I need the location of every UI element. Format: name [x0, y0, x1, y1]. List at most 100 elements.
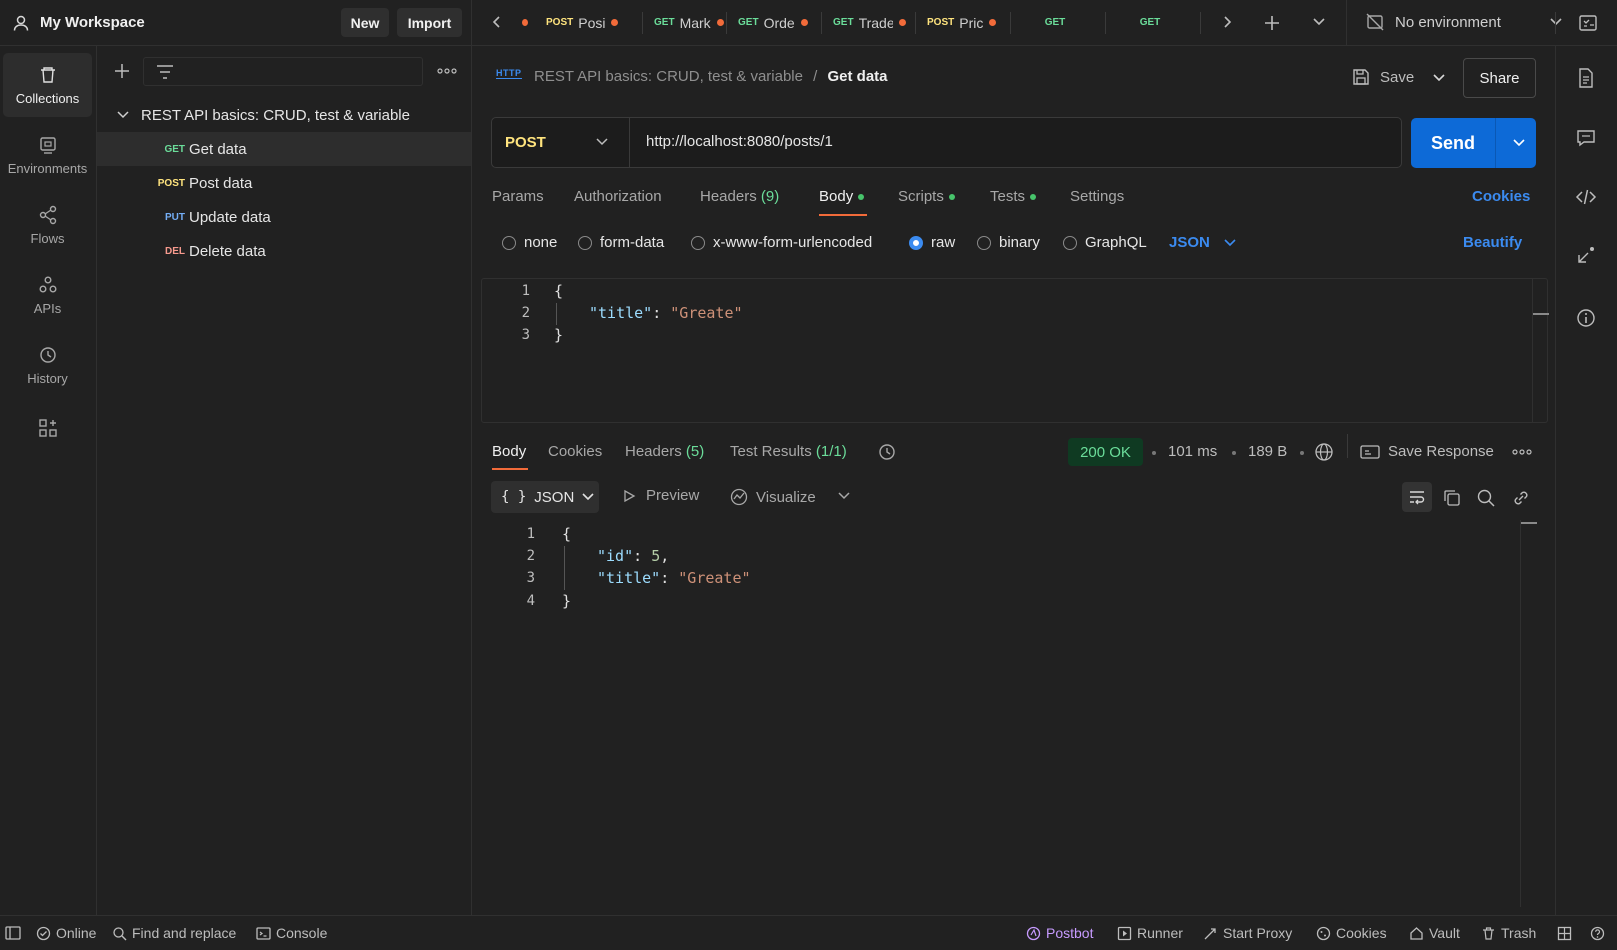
code-snippet-icon[interactable]	[1575, 188, 1597, 206]
nav-environments[interactable]: Environments	[3, 123, 92, 187]
body-format-select[interactable]: JSON	[1169, 234, 1236, 251]
tab-body[interactable]: Body	[819, 188, 865, 205]
environment-quick-look-icon[interactable]	[1577, 12, 1599, 34]
new-button[interactable]: New	[341, 8, 389, 37]
import-button[interactable]: Import	[397, 8, 462, 37]
filter-icon	[156, 64, 174, 80]
globe-network-icon[interactable]	[1314, 442, 1334, 462]
request-item-post-data[interactable]: POST Post data	[97, 166, 471, 200]
body-type-raw[interactable]: raw	[909, 234, 955, 251]
response-tab-body[interactable]: Body	[492, 443, 526, 460]
tab-params[interactable]: Params	[492, 188, 544, 205]
online-status[interactable]: Online	[36, 925, 96, 941]
help-icon[interactable]	[1590, 926, 1605, 941]
response-more-options-icon[interactable]	[1512, 449, 1532, 455]
send-options-chevron-down-icon[interactable]	[1513, 139, 1525, 147]
response-time[interactable]: 101 ms	[1168, 443, 1217, 460]
vault-button[interactable]: Vault	[1409, 925, 1460, 941]
nav-configure-workbench[interactable]	[3, 408, 92, 448]
request-tab[interactable]: GET Mark	[642, 0, 734, 45]
nav-history[interactable]: History	[3, 333, 92, 397]
request-tab[interactable]: GET	[1010, 0, 1105, 45]
tab-tests[interactable]: Tests	[990, 188, 1037, 205]
tabs-scroll-left-icon[interactable]	[492, 15, 502, 29]
request-body-editor[interactable]: 1 { 2 "title": "Greate" 3 }	[481, 278, 1549, 423]
nav-flows[interactable]: Flows	[3, 193, 92, 257]
postbot-button[interactable]: Postbot	[1026, 925, 1093, 941]
body-type-form-data[interactable]: form-data	[578, 234, 664, 251]
tab-scripts[interactable]: Scripts	[898, 188, 955, 205]
info-icon[interactable]	[1576, 308, 1596, 328]
visualize-chevron-down-icon[interactable]	[838, 492, 850, 500]
cookies-button[interactable]: Cookies	[1316, 925, 1387, 941]
workspace-header: My Workspace New Import	[0, 0, 472, 46]
request-tab[interactable]: GET	[1105, 0, 1200, 45]
copy-icon[interactable]	[1442, 488, 1462, 508]
comments-icon[interactable]	[1576, 128, 1596, 148]
related-collections-icon[interactable]	[1575, 244, 1597, 266]
response-tab-cookies[interactable]: Cookies	[548, 443, 602, 460]
editor-scrollbar[interactable]	[1533, 313, 1549, 315]
response-format-select[interactable]: { } JSON	[491, 481, 599, 513]
beautify-button[interactable]: Beautify	[1463, 234, 1522, 251]
request-tab[interactable]: GET Trade	[821, 0, 913, 45]
cookies-link[interactable]: Cookies	[1472, 188, 1530, 205]
request-item-update-data[interactable]: PUT Update data	[97, 200, 471, 234]
toggle-sidebar-icon[interactable]	[5, 926, 21, 940]
layout-grid-icon[interactable]	[1557, 926, 1572, 941]
environment-selector[interactable]: No environment	[1365, 12, 1563, 32]
body-type-graphql[interactable]: GraphQL	[1063, 234, 1147, 251]
tabs-menu-chevron-down-icon[interactable]	[1312, 17, 1326, 27]
trash-button[interactable]: Trash	[1481, 925, 1536, 941]
tab-authorization[interactable]: Authorization	[574, 188, 662, 205]
body-type-none[interactable]: none	[502, 234, 557, 251]
search-icon[interactable]	[1476, 488, 1496, 508]
save-button[interactable]: Save	[1352, 68, 1414, 86]
request-tab[interactable]: POST Pric	[915, 0, 1007, 45]
collection-folder[interactable]: REST API basics: CRUD, test & variable	[97, 98, 471, 132]
share-button[interactable]: Share	[1463, 58, 1536, 98]
send-button[interactable]: Send	[1411, 118, 1495, 168]
workspace-title[interactable]: My Workspace	[40, 14, 145, 31]
save-options-chevron-down-icon[interactable]	[1432, 73, 1446, 83]
body-type-urlencoded[interactable]: x-www-form-urlencoded	[691, 234, 872, 251]
runner-button[interactable]: Runner	[1117, 925, 1183, 941]
request-item-get-data[interactable]: GET Get data	[97, 132, 471, 166]
visualize-button[interactable]: Visualize	[729, 487, 816, 507]
save-response-button[interactable]: Save Response	[1360, 443, 1494, 460]
response-scrollbar[interactable]	[1521, 522, 1537, 524]
status-bar: Online Find and replace Console Postbot …	[0, 915, 1617, 950]
breadcrumb-request-name[interactable]: Get data	[828, 68, 888, 85]
nav-apis[interactable]: APIs	[3, 263, 92, 327]
tab-settings[interactable]: Settings	[1070, 188, 1124, 205]
find-and-replace[interactable]: Find and replace	[112, 925, 236, 941]
request-tab[interactable]: POST Posi	[546, 0, 638, 45]
response-size[interactable]: 189 B	[1248, 443, 1287, 460]
sidebar-filter-input[interactable]	[143, 57, 423, 86]
status-badge[interactable]: 200 OK	[1068, 438, 1143, 466]
console-button[interactable]: Console	[256, 925, 327, 941]
response-history-icon[interactable]	[877, 442, 897, 462]
send-button-group: Send	[1411, 118, 1536, 168]
preview-button[interactable]: Preview	[622, 487, 699, 504]
response-tab-headers[interactable]: Headers (5)	[625, 443, 704, 460]
body-type-binary[interactable]: binary	[977, 234, 1040, 251]
method-select[interactable]: POST	[492, 118, 630, 167]
new-tab-icon[interactable]	[1263, 14, 1281, 32]
tabs-scroll-right-icon[interactable]	[1222, 15, 1232, 29]
nav-collections[interactable]: Collections	[3, 53, 92, 117]
request-tab[interactable]: GET Orde	[726, 0, 818, 45]
url-input[interactable]: http://localhost:8080/posts/1	[646, 133, 833, 150]
response-body-viewer[interactable]: 1 { 2 "id": 5, 3 "title": "Greate" 4 }	[491, 522, 1521, 907]
sidebar-more-options-icon[interactable]	[437, 68, 457, 74]
runner-icon	[1117, 926, 1132, 940]
response-tab-test-results[interactable]: Test Results (1/1)	[730, 443, 847, 460]
link-icon[interactable]	[1511, 488, 1531, 508]
add-collection-icon[interactable]	[113, 62, 131, 80]
request-item-delete-data[interactable]: DEL Delete data	[97, 234, 471, 268]
start-proxy-button[interactable]: Start Proxy	[1203, 925, 1292, 941]
documentation-icon[interactable]	[1577, 68, 1595, 88]
tab-headers[interactable]: Headers (9)	[700, 188, 779, 205]
wrap-lines-button[interactable]	[1402, 482, 1432, 512]
breadcrumb-collection[interactable]: REST API basics: CRUD, test & variable	[534, 68, 803, 85]
